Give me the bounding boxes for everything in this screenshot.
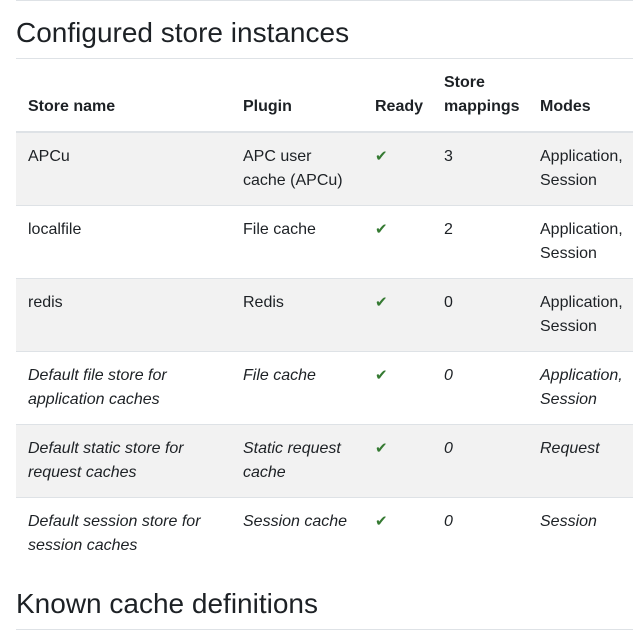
cell-ready: ✔ (363, 278, 432, 352)
cell-store-name: Default static store for request caches (16, 424, 231, 498)
cell-ready: ✔ (363, 497, 432, 570)
header-store-mappings: Store mappings (432, 59, 528, 133)
cell-plugin: Static request cache (231, 424, 363, 498)
cell-store-mappings: 0 (432, 497, 528, 570)
heading-divider-2 (16, 629, 633, 630)
cell-modes: Application, Session (528, 205, 633, 279)
table-row: localfile File cache ✔ 2 Application, Sessio… (16, 205, 633, 279)
cell-plugin: Redis (231, 278, 363, 352)
cell-ready: ✔ (363, 131, 432, 206)
header-modes: Modes (528, 59, 633, 133)
header-plugin: Plugin (231, 59, 363, 133)
header-store-name: Store name (16, 59, 231, 133)
cell-plugin: Session cache (231, 497, 363, 570)
cell-ready: ✔ (363, 351, 432, 425)
cell-store-mappings: 0 (432, 424, 528, 498)
check-icon: ✔ (375, 513, 388, 530)
cell-modes: Application, Session (528, 131, 633, 206)
check-icon: ✔ (375, 148, 388, 165)
cell-ready: ✔ (363, 205, 432, 279)
cell-store-name: localfile (16, 205, 231, 279)
check-icon: ✔ (375, 440, 388, 457)
table-row: Default session store for session caches… (16, 497, 633, 570)
table-row: APCu APC user cache (APCu) ✔ 3 Application, … (16, 131, 633, 206)
cell-store-name: Default session store for session caches (16, 497, 231, 570)
table-row: redis Redis ✔ 0 Application, Session (16, 278, 633, 352)
cell-plugin: File cache (231, 205, 363, 279)
top-divider (16, 0, 633, 1)
header-ready: Ready (363, 59, 432, 133)
cell-store-name: APCu (16, 131, 231, 206)
cell-store-name: Default file store for application cache… (16, 351, 231, 425)
check-icon: ✔ (375, 294, 388, 311)
cell-modes: Request (528, 424, 633, 498)
cell-plugin: File cache (231, 351, 363, 425)
cell-store-mappings: 2 (432, 205, 528, 279)
cell-store-mappings: 3 (432, 131, 528, 206)
table-row: Default static store for request caches S… (16, 424, 633, 498)
cell-modes: Session (528, 497, 633, 570)
configured-stores-heading: Configured store instances (16, 17, 350, 48)
cell-plugin: APC user cache (APCu) (231, 131, 363, 206)
cell-modes: Application, Session (528, 278, 633, 352)
cell-store-mappings: 0 (432, 351, 528, 425)
cell-store-name: redis (16, 278, 231, 352)
check-icon: ✔ (375, 367, 388, 384)
table-header-row: Store name Plugin Ready Store mappings M… (16, 59, 633, 133)
store-instances-table: Store name Plugin Ready Store mappings M… (16, 59, 633, 570)
cell-ready: ✔ (363, 424, 432, 498)
cell-store-mappings: 0 (432, 278, 528, 352)
table-row: Default file store for application cache… (16, 351, 633, 425)
check-icon: ✔ (375, 221, 388, 238)
cell-modes: Application, Session (528, 351, 633, 425)
known-cache-definitions-heading: Known cache definitions (16, 588, 318, 619)
